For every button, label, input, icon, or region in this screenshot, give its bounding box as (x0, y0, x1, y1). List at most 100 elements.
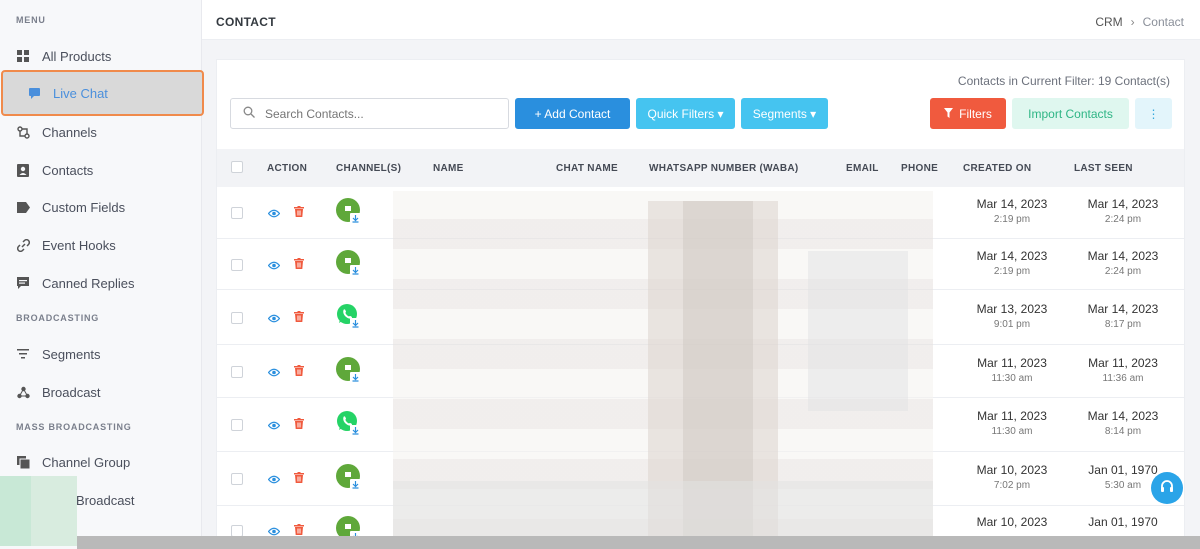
seen-time: 2:24 pm (1104, 214, 1142, 225)
last-seen-cell: Jan 01, 1970 (1073, 515, 1173, 532)
sidebar-item-event-hooks[interactable]: Event Hooks (16, 234, 116, 256)
tag-icon (16, 200, 30, 214)
created-date: Mar 10, 2023 (976, 515, 1048, 529)
sidebar-item-channel-group[interactable]: Channel Group (16, 451, 130, 473)
view-icon[interactable] (267, 205, 281, 218)
seen-date: Mar 14, 2023 (1087, 197, 1159, 211)
row-checkbox[interactable] (231, 473, 243, 485)
view-icon[interactable] (267, 257, 281, 269)
contacts-icon (16, 163, 30, 177)
created-time: 11:30 am (991, 372, 1033, 384)
segments-button[interactable]: Segments ▾ (741, 98, 828, 129)
livechat-channel-icon (336, 198, 362, 224)
created-on-cell: Mar 10, 2023 7:02 pm (962, 463, 1062, 491)
section-menu: MENU (16, 15, 46, 25)
col-channels: CHANNEL(S) (336, 163, 402, 174)
view-icon[interactable] (267, 471, 281, 484)
sidebar-item-channels[interactable]: Channels (16, 121, 97, 143)
last-seen-cell: Mar 14, 2023 8:17 pm (1073, 302, 1173, 330)
support-button[interactable] (1151, 472, 1183, 504)
seen-time: 11:36 am (1102, 372, 1144, 384)
col-action: ACTION (267, 163, 308, 174)
sidebar-item-canned-replies[interactable]: Canned Replies (16, 272, 135, 294)
contact-count: Contacts in Current Filter: 19 Contact(s… (957, 74, 1170, 88)
created-on-cell: Mar 10, 2023 (962, 515, 1062, 532)
view-icon[interactable] (267, 417, 281, 430)
filters-label: Filters (959, 106, 992, 121)
search-box[interactable] (230, 98, 509, 129)
delete-icon[interactable] (294, 416, 304, 429)
col-name[interactable]: NAME (433, 163, 464, 174)
breadcrumb-crm[interactable]: CRM (1095, 15, 1122, 29)
created-time: 11:30 am (991, 426, 1033, 437)
col-whatsapp[interactable]: WHATSAPP NUMBER (WABA) (649, 163, 799, 174)
sidebar-item-label: Live Chat (53, 85, 108, 101)
more-options-button[interactable]: ⋮ (1135, 98, 1172, 129)
sidebar-item-segments[interactable]: Segments (16, 343, 101, 365)
created-time: 7:02 pm (993, 480, 1031, 491)
whatsapp-icon (336, 410, 362, 436)
created-on-cell: Mar 14, 2023 2:19 pm (962, 197, 1062, 225)
horizontal-scrollbar[interactable] (77, 536, 1200, 549)
delete-icon[interactable] (294, 470, 304, 483)
col-phone[interactable]: PHONE (901, 163, 938, 174)
sidebar: MENU All Products Live Chat Channels Con… (0, 0, 204, 549)
seen-time: 2:24 pm (1104, 265, 1142, 277)
last-seen-cell: Mar 14, 2023 8:14 pm (1073, 409, 1173, 437)
sidebar-item-label: Broadcast (76, 492, 135, 508)
created-date: Mar 11, 2023 (977, 355, 1047, 370)
created-date: Mar 13, 2023 (976, 301, 1048, 316)
row-checkbox[interactable] (231, 419, 243, 431)
livechat-channel-icon (336, 464, 362, 490)
col-chat-name[interactable]: CHAT NAME (556, 163, 618, 174)
delete-icon[interactable] (294, 204, 304, 217)
col-email[interactable]: EMAIL (846, 163, 879, 174)
created-on-cell: Mar 13, 2023 9:01 pm (962, 302, 1062, 330)
funnel-icon (944, 107, 954, 121)
broadcast-icon (16, 385, 30, 399)
sidebar-item-custom-fields[interactable]: Custom Fields (16, 196, 125, 218)
col-created-on[interactable]: CREATED ON (963, 163, 1031, 174)
redacted-area (0, 476, 77, 546)
delete-icon[interactable] (294, 522, 304, 535)
seen-time: 8:17 pm (1104, 318, 1142, 330)
delete-icon[interactable] (294, 363, 304, 376)
sidebar-item-all-products[interactable]: All Products (16, 45, 111, 67)
seen-time: 8:14 pm (1104, 426, 1142, 437)
created-on-cell: Mar 11, 2023 11:30 am (962, 356, 1062, 384)
created-time: 9:01 pm (993, 318, 1031, 330)
delete-icon[interactable] (294, 309, 304, 322)
col-last-seen[interactable]: LAST SEEN (1074, 163, 1133, 174)
row-checkbox[interactable] (231, 365, 243, 378)
quick-filters-button[interactable]: Quick Filters ▾ (636, 98, 735, 129)
breadcrumb: CRM › Contact (1095, 15, 1184, 29)
view-icon[interactable] (267, 523, 281, 536)
select-all-checkbox[interactable] (231, 161, 243, 173)
sidebar-item-broadcast[interactable]: Broadcast (16, 381, 101, 403)
view-icon[interactable] (267, 364, 281, 376)
created-date: Mar 14, 2023 (976, 248, 1048, 263)
row-checkbox[interactable] (231, 258, 243, 271)
view-icon[interactable] (267, 310, 281, 322)
sidebar-item-label: Broadcast (42, 384, 101, 400)
search-input[interactable] (265, 106, 485, 121)
add-contact-button[interactable]: + Add Contact (515, 98, 630, 129)
seen-date: Jan 01, 1970 (1088, 515, 1158, 529)
row-checkbox[interactable] (231, 311, 243, 324)
last-seen-cell: Mar 14, 2023 2:24 pm (1073, 249, 1173, 277)
created-date: Mar 11, 2023 (977, 409, 1047, 423)
sidebar-item-live-chat[interactable]: Live Chat (1, 70, 204, 116)
channels-icon (16, 125, 30, 139)
filters-button[interactable]: Filters (930, 98, 1006, 129)
delete-icon[interactable] (294, 256, 304, 269)
sidebar-item-contacts[interactable]: Contacts (16, 159, 93, 181)
seen-date: Mar 14, 2023 (1087, 301, 1159, 316)
seen-date: Mar 14, 2023 (1087, 248, 1159, 263)
sidebar-item-label: Channels (42, 124, 97, 140)
stack-icon (16, 455, 30, 469)
import-contacts-button[interactable]: Import Contacts (1012, 98, 1129, 129)
sidebar-item-label: Segments (42, 346, 101, 362)
row-checkbox[interactable] (231, 207, 243, 219)
filter-lines-icon (16, 347, 30, 361)
sidebar-item-label: Event Hooks (42, 237, 116, 253)
